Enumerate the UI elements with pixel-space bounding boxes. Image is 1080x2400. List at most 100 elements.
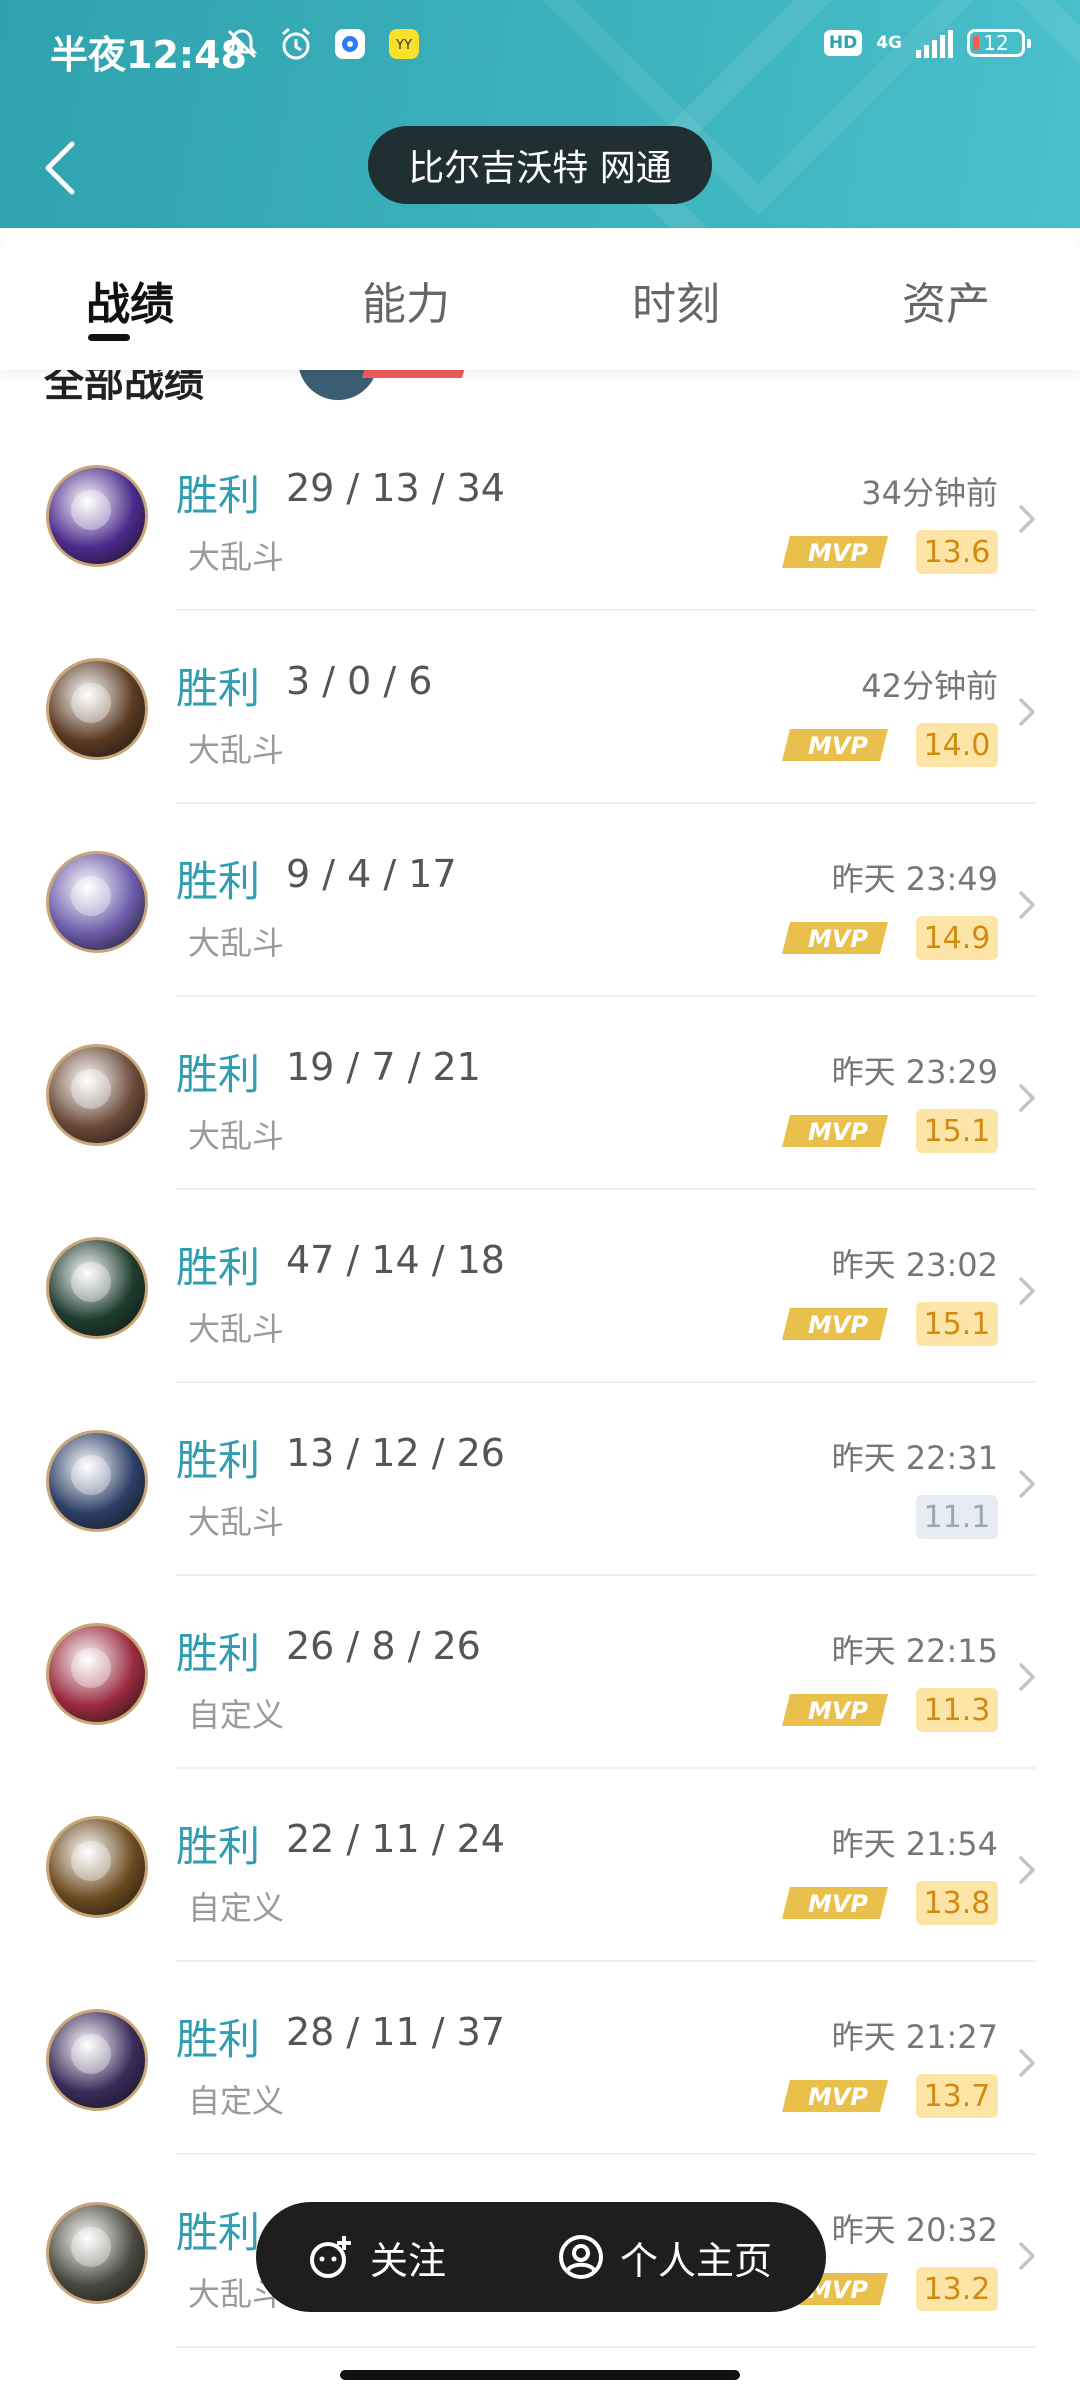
match-mode: 大乱斗 [188,1117,285,1155]
match-mode: 大乱斗 [188,538,285,576]
match-time: 昨天 22:15 [831,1632,998,1670]
tab-records[interactable]: 战绩 [86,268,174,332]
match-row[interactable]: 胜利 28 / 11 / 37 自定义 昨天 21:27 MVP 13.7 [0,1962,1080,2155]
match-time: 昨天 23:02 [831,1246,998,1284]
match-row[interactable]: 胜利 26 / 8 / 26 自定义 昨天 22:15 MVP 11.3 [0,1576,1080,1769]
champion-avatar [46,851,148,953]
page-title: 比尔吉沃特 网通 [408,148,672,189]
avatar-highlight [71,1069,111,1109]
mvp-icon: MVP [780,723,890,767]
champion-avatar [46,1430,148,1532]
match-result: 胜利 [176,1436,261,1485]
alarm-icon [276,24,316,64]
avatar-highlight [71,1262,111,1302]
match-mode: 自定义 [188,1696,285,1734]
match-result: 胜利 [176,2015,261,2064]
mute-bell-icon [222,24,262,64]
avatar-highlight [71,876,111,916]
match-score: 15.1 [916,1109,998,1153]
match-row[interactable]: 胜利 3 / 0 / 6 大乱斗 42分钟前 MVP 14.0 [0,611,1080,804]
app-notification-icon [330,24,370,64]
match-time: 昨天 22:31 [831,1439,998,1477]
mvp-icon: MVP [780,2074,890,2118]
mvp-icon: MVP [780,916,890,960]
match-time: 昨天 20:32 [831,2211,998,2249]
match-score: 11.3 [916,1688,998,1732]
match-mode: 自定义 [188,2082,285,2120]
avatar-highlight [71,490,111,530]
match-kda: 13 / 12 / 26 [286,1431,505,1475]
status-bar: 半夜12:48 YY HD 4G 12 [0,0,1080,100]
match-time: 34分钟前 [861,474,998,512]
svg-text:YY: YY [395,38,412,53]
tab-moments[interactable]: 时刻 [632,268,720,332]
mvp-icon: MVP [780,1109,890,1153]
tab-ability[interactable]: 能力 [362,268,450,332]
chevron-right-icon [1014,1081,1040,1115]
match-score: 14.9 [916,916,998,960]
match-row[interactable]: 胜利 19 / 7 / 21 大乱斗 昨天 23:29 MVP 15.1 [0,997,1080,1190]
status-time: 半夜12:48 [50,33,247,77]
svg-text:MVP: MVP [808,1890,868,1918]
match-row[interactable]: 胜利 29 / 13 / 34 大乱斗 34分钟前 MVP 13.6 [0,418,1080,611]
match-mode: 大乱斗 [188,1310,285,1348]
match-mode: 大乱斗 [188,1503,285,1541]
mvp-icon: MVP [780,1881,890,1925]
match-score: 13.6 [916,530,998,574]
svg-text:MVP: MVP [808,1118,868,1146]
battery-icon: 12 [967,29,1031,57]
match-score: 11.1 [916,1495,998,1539]
match-kda: 9 / 4 / 17 [286,852,457,896]
match-kda: 28 / 11 / 37 [286,2010,505,2054]
match-mode: 大乱斗 [188,731,285,769]
svg-text:MVP: MVP [808,1697,868,1725]
champion-avatar [46,1044,148,1146]
follow-label: 关注 [370,2238,447,2283]
champion-avatar [46,658,148,760]
status-right: HD 4G 12 [823,28,1031,58]
svg-text:MVP: MVP [808,732,868,760]
match-score: 13.2 [916,2267,998,2311]
match-kda: 29 / 13 / 34 [286,466,505,510]
svg-text:MVP: MVP [808,539,868,567]
svg-text:MVP: MVP [808,925,868,953]
row-divider [176,2346,1036,2348]
follow-button[interactable]: 关注 [306,2230,446,2285]
match-kda: 26 / 8 / 26 [286,1624,481,1668]
match-row[interactable]: 胜利 22 / 11 / 24 自定义 昨天 21:54 MVP 13.8 [0,1769,1080,1962]
match-row[interactable]: 胜利 9 / 4 / 17 大乱斗 昨天 23:49 MVP 14.9 [0,804,1080,997]
match-list: 胜利 29 / 13 / 34 大乱斗 34分钟前 MVP 13.6 胜利 3 / 0 / 6… [0,418,1080,2348]
svg-text:MVP: MVP [808,2083,868,2111]
match-result: 胜利 [176,1243,261,1292]
match-result: 胜利 [176,2208,261,2257]
match-row[interactable]: 胜利 47 / 14 / 18 大乱斗 昨天 23:02 MVP 15.1 [0,1190,1080,1383]
avatar-highlight [71,2034,111,2074]
chevron-right-icon [1014,695,1040,729]
mvp-icon: MVP [780,1688,890,1732]
hd-badge: HD [823,30,863,56]
champion-avatar [46,1816,148,1918]
back-button[interactable] [36,128,86,208]
chevron-right-icon [1014,1467,1040,1501]
match-kda: 47 / 14 / 18 [286,1238,505,1282]
chevron-right-icon [1014,2046,1040,2080]
chevron-right-icon [1014,1853,1040,1887]
avatar-highlight [71,2227,111,2267]
match-time: 昨天 23:49 [831,860,998,898]
tab-assets[interactable]: 资产 [902,268,990,332]
signal-icon [916,28,953,58]
avatar-highlight [71,683,111,723]
chevron-right-icon [1014,1274,1040,1308]
match-result: 胜利 [176,1050,261,1099]
battery-level: 12 [983,31,1009,55]
follow-icon [310,2236,351,2278]
match-kda: 22 / 11 / 24 [286,1817,505,1861]
champion-avatar [46,465,148,567]
chevron-right-icon [1014,1660,1040,1694]
profile-button[interactable]: 个人主页 [556,2230,772,2285]
match-row[interactable]: 胜利 13 / 12 / 26 大乱斗 昨天 22:31 11.1 [0,1383,1080,1576]
server-title: 比尔吉沃特 网通 [368,126,712,204]
match-score: 14.0 [916,723,998,767]
chevron-right-icon [1014,2239,1040,2273]
match-time: 昨天 21:54 [831,1825,998,1863]
